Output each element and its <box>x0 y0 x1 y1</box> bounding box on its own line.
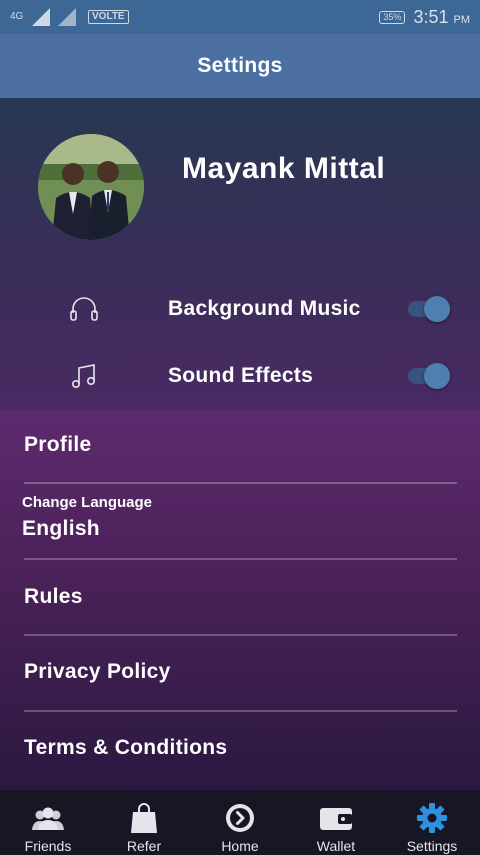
page-title: Settings <box>197 54 283 77</box>
nav-home[interactable]: Home <box>192 790 288 855</box>
divider <box>24 710 457 712</box>
nav-wallet-label: Wallet <box>316 838 356 854</box>
avatar-photo <box>38 134 144 240</box>
sound-effects-label: Sound Effects <box>168 364 314 387</box>
terms-label: Terms & Conditions <box>24 736 228 759</box>
home-play-icon <box>226 804 254 832</box>
nav-friends[interactable]: Friends <box>0 790 96 855</box>
profile-label: Profile <box>24 433 92 456</box>
signal-icon <box>32 8 50 26</box>
language-value[interactable]: English <box>22 517 100 541</box>
clock: 3:51 PM <box>413 7 470 28</box>
headphones-icon <box>70 297 98 321</box>
privacy-policy-item[interactable]: Privacy Policy <box>24 660 457 684</box>
nav-friends-label: Friends <box>24 838 72 854</box>
divider <box>24 634 457 636</box>
status-bar: 4G VOLTE 35% 3:51 PM <box>0 0 480 34</box>
rules-item[interactable]: Rules <box>24 585 457 609</box>
nav-settings[interactable]: Settings <box>384 790 480 855</box>
sound-effects-row: Sound Effects <box>0 352 480 400</box>
sound-effects-toggle[interactable] <box>408 363 452 389</box>
clock-time: 3:51 <box>413 6 449 27</box>
background-music-toggle[interactable] <box>408 296 452 322</box>
friends-icon <box>32 807 64 830</box>
nav-refer-label: Refer <box>126 838 162 854</box>
volte-badge: VOLTE <box>88 10 129 24</box>
divider <box>24 482 457 484</box>
privacy-policy-label: Privacy Policy <box>24 660 171 683</box>
nav-wallet[interactable]: Wallet <box>288 790 384 855</box>
signal-icon-2 <box>58 8 76 26</box>
status-left: 4G VOLTE <box>10 8 129 26</box>
music-note-icon <box>72 364 95 388</box>
shopping-bag-icon <box>131 803 157 833</box>
bottom-nav: Friends Refer Home Wallet Settings <box>0 790 480 855</box>
rules-label: Rules <box>24 585 83 608</box>
nav-refer[interactable]: Refer <box>96 790 192 855</box>
profile-item[interactable]: Profile <box>24 433 457 457</box>
profile-header: Mayank Mittal Background Music Sound Eff… <box>0 98 480 410</box>
toggle-knob <box>424 363 450 389</box>
status-right: 35% 3:51 PM <box>379 7 470 28</box>
settings-list: Profile Change Language English Rules Pr… <box>0 410 480 790</box>
terms-item[interactable]: Terms & Conditions <box>24 736 457 760</box>
nav-settings-label: Settings <box>406 838 458 854</box>
user-name: Mayank Mittal <box>182 152 386 185</box>
toggle-knob <box>424 296 450 322</box>
avatar[interactable] <box>38 134 144 240</box>
clock-ampm: PM <box>453 13 471 26</box>
background-music-row: Background Music <box>0 285 480 333</box>
divider <box>24 558 457 560</box>
change-language-label: Change Language <box>22 494 153 511</box>
nav-home-label: Home <box>221 838 259 854</box>
battery-icon: 35% <box>379 10 406 24</box>
title-bar: Settings <box>0 34 480 98</box>
wallet-icon <box>320 808 352 830</box>
background-music-label: Background Music <box>168 297 361 320</box>
network-type: 4G <box>10 11 24 22</box>
gear-icon <box>417 803 447 833</box>
